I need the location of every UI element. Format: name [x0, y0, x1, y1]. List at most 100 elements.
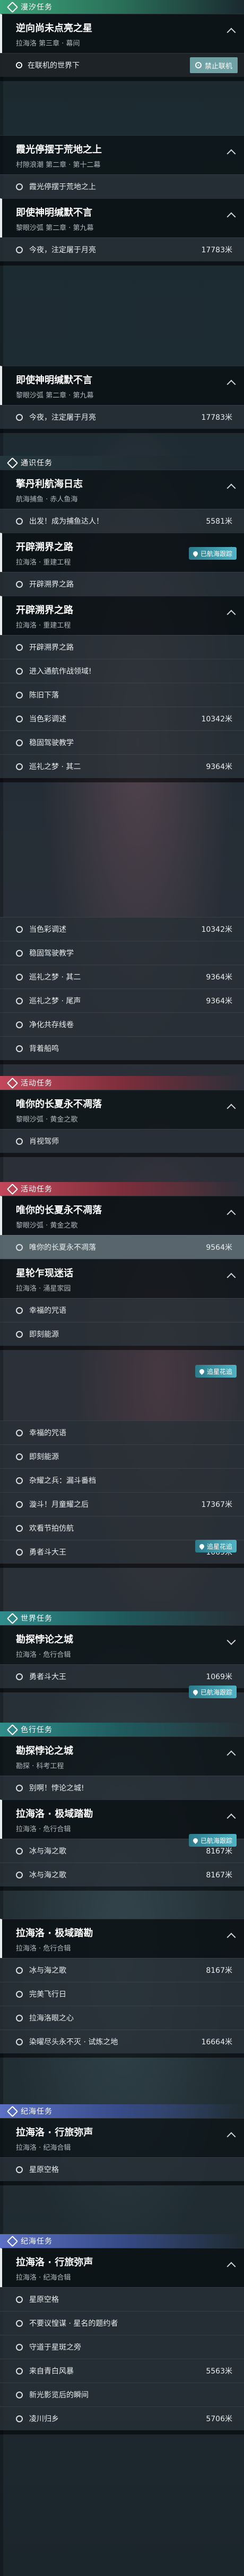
- quest-step[interactable]: 幸福的咒语: [0, 1298, 244, 1322]
- block-footer: [0, 77, 244, 81]
- quest-card[interactable]: 拉海洛 · 行旅弥声 拉海洛 · 纪海合辑: [0, 2248, 244, 2287]
- quest-step[interactable]: 肖视驾师: [0, 1129, 244, 1153]
- quest-card[interactable]: 勘探悖论之城 拉海洛 · 危行合辑: [0, 1625, 244, 1664]
- objective-ring-icon: [16, 1307, 23, 1314]
- quest-step[interactable]: 净化共存线卷: [0, 1012, 244, 1036]
- section-label: 色行任务: [21, 1726, 53, 1734]
- quest-step[interactable]: 漩斗！月童耀之后 17367米: [0, 1492, 244, 1516]
- step-distance: 16664米: [201, 2038, 232, 2046]
- quest-step[interactable]: 巡礼之梦 · 尾声 9364米: [0, 989, 244, 1012]
- quest-step[interactable]: 进入通航作战领域!: [0, 659, 244, 683]
- quest-card[interactable]: 拉海洛 · 极域踏勘 拉海洛 · 危行合辑: [0, 1919, 244, 1958]
- quest-step[interactable]: 勇者斗大王 1069米: [0, 1664, 244, 1688]
- quest-step[interactable]: 星原空格: [0, 2287, 244, 2311]
- quest-step[interactable]: 星原空格: [0, 2157, 244, 2181]
- quest-step[interactable]: 幸福的咒语: [0, 1421, 244, 1444]
- step-distance: 17783米: [201, 413, 232, 422]
- quest-card[interactable]: 霞光停摆于荒地之上 村隙浪潮 第二章 · 第十二幕: [0, 135, 244, 174]
- quest-step[interactable]: 凌川归乡 5706米: [0, 2406, 244, 2430]
- quest-step[interactable]: 稳固驾驶教学: [0, 730, 244, 754]
- section-diamond-icon: [6, 2235, 19, 2247]
- quest-card[interactable]: 勘探悖论之城 勘探 · 科考工程: [0, 1736, 244, 1776]
- section-header[interactable]: 通识任务: [0, 456, 244, 470]
- quest-card[interactable]: 逆向尚未点亮之星 拉海洛 第三章 · 幕间: [0, 14, 244, 53]
- quest-step[interactable]: 唯你的长夏永不凋落 9564米: [0, 1235, 244, 1259]
- quest-step[interactable]: 完美飞行日: [0, 1982, 244, 2006]
- section-header[interactable]: 漫汐任务: [0, 0, 244, 14]
- quest-card[interactable]: 开辟溯界之路 拉海洛 · 重建工程: [0, 596, 244, 635]
- quest-step[interactable]: 新光影览后的瞬间: [0, 2383, 244, 2406]
- step-text: 巡礼之梦 · 尾声: [29, 997, 81, 1005]
- objective-ring-icon: [16, 1045, 23, 1052]
- objective-ring-icon: [16, 1021, 23, 1028]
- quest-step[interactable]: 别啊！悖论之城!: [0, 1776, 244, 1799]
- quest-step[interactable]: 霞光停摆于荒地之上: [0, 174, 244, 198]
- section-header[interactable]: 纪海任务: [0, 2104, 244, 2118]
- quest-step[interactable]: 开辟溯界之路: [0, 572, 244, 596]
- quest-card[interactable]: 即使神明缄默不言 黎眼沙弧 第二章 · 第九幕: [0, 366, 244, 405]
- block-footer: [0, 2181, 244, 2185]
- step-distance: 10342米: [201, 925, 232, 934]
- quest-card[interactable]: 即使神明缄默不言 黎眼沙弧 第二章 · 第九幕: [0, 198, 244, 237]
- quest-card[interactable]: 唯你的长夏永不凋落 黎眼沙弧 · 黄金之歌: [0, 1090, 244, 1129]
- section-header[interactable]: 纪海任务: [0, 2234, 244, 2248]
- tracking-tooltip[interactable]: 已航海跟踪: [188, 1686, 237, 1698]
- quest-step[interactable]: 稳固驾驶教学: [0, 941, 244, 965]
- objective-ring-icon: [16, 1453, 23, 1460]
- objective-ring-icon: [16, 973, 23, 981]
- quest-title: 拉海洛 · 极域踏勘: [16, 1928, 93, 1939]
- quest-step[interactable]: 欢看节拍仿航: [0, 1516, 244, 1540]
- step-text: 勇者斗大王: [29, 1548, 66, 1557]
- quest-step[interactable]: 守道于星斑之旁: [0, 2335, 244, 2359]
- disable-coop-button[interactable]: 禁止联机: [189, 57, 238, 73]
- quest-subtitle: 黎眼沙弧 · 黄金之歌: [16, 1222, 78, 1230]
- objective-ring-icon: [16, 2038, 23, 2045]
- section-header[interactable]: 活动任务: [0, 1182, 244, 1196]
- quest-card[interactable]: 擎丹利航海日志 航海捕鱼 · 赤人鱼海: [0, 470, 244, 509]
- objective-ring-icon: [16, 2343, 23, 2351]
- quest-step[interactable]: 来自青白风暴 5563米: [0, 2359, 244, 2383]
- step-text: 陈旧下落: [29, 691, 59, 700]
- quest-step[interactable]: 冰与海之歌 8167米: [0, 1863, 244, 1886]
- quest-card[interactable]: 星轮乍现迷话 拉海洛 · 涌星家园: [0, 1259, 244, 1298]
- quest-step[interactable]: 即刻能源: [0, 1444, 244, 1468]
- quest-subtitle: 黎眼沙弧 第二章 · 第九幕: [16, 224, 94, 232]
- quest-step[interactable]: 杂耀之兵：漏斗番档: [0, 1468, 244, 1492]
- objective-ring-icon: [16, 580, 23, 588]
- quest-title: 拉海洛 · 极域踏勘: [16, 1809, 93, 1820]
- map-pin-icon: [198, 1542, 205, 1550]
- step-text: 冰与海之歌: [29, 1871, 66, 1880]
- block-footer: [0, 261, 244, 266]
- quest-step[interactable]: 陈旧下落: [0, 683, 244, 707]
- quest-step[interactable]: 在联机的世界下 禁止联机: [0, 53, 244, 77]
- section-header[interactable]: 世界任务: [0, 1611, 244, 1625]
- step-text: 即刻能源: [29, 1453, 59, 1461]
- quest-step[interactable]: 巡礼之梦 · 其二 9364米: [0, 754, 244, 778]
- step-text: 开辟溯界之路: [29, 643, 74, 652]
- target-icon: [195, 62, 202, 68]
- quest-card[interactable]: 拉海洛 · 行旅弥声 拉海洛 · 纪海合辑: [0, 2118, 244, 2157]
- quest-step[interactable]: 拉海洛眼之心: [0, 2006, 244, 2030]
- section-header[interactable]: 活动任务: [0, 1076, 244, 1090]
- new-quest-tooltip[interactable]: 追星花追: [195, 1540, 237, 1552]
- quest-step[interactable]: 今夜，注定屠于月亮 17783米: [0, 237, 244, 261]
- quest-step[interactable]: 不要议惶谋 · 星名的题约者: [0, 2311, 244, 2335]
- section-header[interactable]: 色行任务: [0, 1723, 244, 1736]
- new-quest-tooltip[interactable]: 追星花追: [195, 1365, 237, 1378]
- quest-step[interactable]: 今夜，注定屠于月亮 17783米: [0, 405, 244, 429]
- block-footer: [0, 778, 244, 782]
- quest-step[interactable]: 出发！成为捕鱼达人！ 5581米: [0, 509, 244, 533]
- quest-step[interactable]: 染曜尽头永不灭 · 试炼之地 16664米: [0, 2030, 244, 2053]
- quest-card[interactable]: 唯你的长夏永不凋落 黎眼沙弧 · 黄金之歌: [0, 1196, 244, 1235]
- block-footer: [0, 1153, 244, 1157]
- quest-step[interactable]: 开辟溯界之路: [0, 635, 244, 659]
- quest-step[interactable]: 当色彩调述 10342米: [0, 917, 244, 941]
- tracking-tooltip[interactable]: 已航海跟踪: [188, 547, 237, 560]
- quest-step[interactable]: 背着船鸣: [0, 1036, 244, 1060]
- quest-step[interactable]: 冰与海之歌 8167米: [0, 1958, 244, 1982]
- tracking-tooltip[interactable]: 已航海跟踪: [188, 1834, 237, 1847]
- quest-step[interactable]: 即刻能源: [0, 1322, 244, 1346]
- quest-card[interactable]: 拉海洛 · 极域踏勘 拉海洛 · 危行合辑: [0, 1799, 244, 1839]
- quest-step[interactable]: 巡礼之梦 · 其二 9364米: [0, 965, 244, 989]
- quest-step[interactable]: 当色彩调述 10342米: [0, 707, 244, 730]
